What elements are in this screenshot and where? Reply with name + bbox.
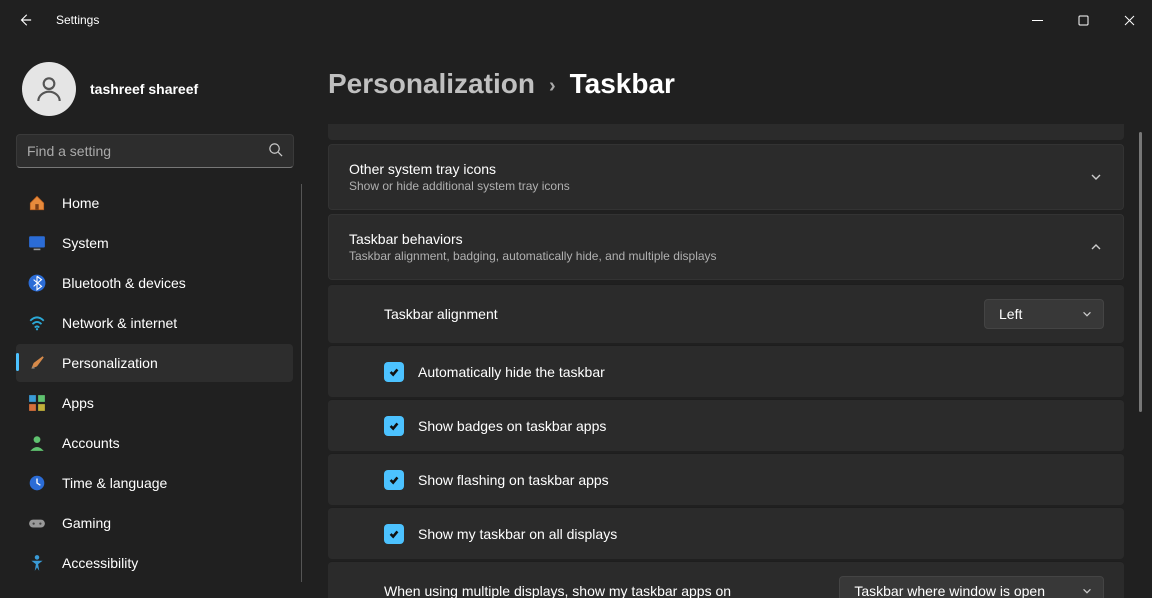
apps-icon (28, 394, 46, 412)
window-title: Settings (56, 13, 99, 27)
checkbox-all-displays[interactable] (384, 524, 404, 544)
accessibility-icon (28, 554, 46, 572)
chevron-down-icon (1081, 308, 1093, 320)
maximize-button[interactable] (1060, 4, 1106, 36)
username: tashreef shareef (90, 81, 198, 97)
nav-item-home[interactable]: Home (16, 184, 293, 222)
chevron-right-icon: › (549, 75, 556, 98)
minimize-button[interactable] (1014, 4, 1060, 36)
nav-item-personalization[interactable]: Personalization (16, 344, 293, 382)
row-badges[interactable]: Show badges on taskbar apps (328, 399, 1124, 451)
brush-icon (28, 354, 46, 372)
breadcrumb: Personalization › Taskbar (328, 68, 1142, 100)
search-box[interactable] (16, 134, 294, 168)
row-autohide[interactable]: Automatically hide the taskbar (328, 345, 1124, 397)
row-all-displays[interactable]: Show my taskbar on all displays (328, 507, 1124, 559)
alignment-dropdown[interactable]: Left (984, 299, 1104, 329)
row-taskbar-alignment: Taskbar alignment Left (328, 284, 1124, 343)
chevron-down-icon (1089, 170, 1103, 184)
panel-taskbar-behaviors[interactable]: Taskbar behaviors Taskbar alignment, bad… (329, 215, 1123, 279)
nav-item-accounts[interactable]: Accounts (16, 424, 293, 462)
panel-other-tray-icons[interactable]: Other system tray icons Show or hide add… (329, 145, 1123, 209)
back-button[interactable] (18, 13, 32, 27)
breadcrumb-parent[interactable]: Personalization (328, 68, 535, 100)
nav-item-apps[interactable]: Apps (16, 384, 293, 422)
multi-display-dropdown[interactable]: Taskbar where window is open (839, 576, 1104, 598)
nav-item-bluetooth[interactable]: Bluetooth & devices (16, 264, 293, 302)
search-input[interactable] (27, 143, 268, 159)
row-flashing[interactable]: Show flashing on taskbar apps (328, 453, 1124, 505)
window-controls (1014, 4, 1152, 36)
chevron-up-icon (1089, 240, 1103, 254)
clock-icon (28, 474, 46, 492)
nav-item-time[interactable]: Time & language (16, 464, 293, 502)
breadcrumb-current: Taskbar (570, 68, 675, 100)
user-profile[interactable]: tashreef shareef (16, 56, 302, 134)
gamepad-icon (28, 514, 46, 532)
home-icon (28, 194, 46, 212)
panel-sliver (328, 124, 1124, 140)
bluetooth-icon (28, 274, 46, 292)
person-icon (28, 434, 46, 452)
nav-item-network[interactable]: Network & internet (16, 304, 293, 342)
nav-item-accessibility[interactable]: Accessibility (16, 544, 293, 582)
row-multi-display-apps: When using multiple displays, show my ta… (328, 561, 1124, 598)
wifi-icon (28, 314, 46, 332)
alignment-label: Taskbar alignment (384, 306, 498, 322)
scrollbar[interactable] (1139, 132, 1142, 412)
close-button[interactable] (1106, 4, 1152, 36)
checkbox-badges[interactable] (384, 416, 404, 436)
checkbox-autohide[interactable] (384, 362, 404, 382)
system-icon (28, 234, 46, 252)
multi-display-label: When using multiple displays, show my ta… (384, 583, 731, 598)
checkbox-flashing[interactable] (384, 470, 404, 490)
avatar (22, 62, 76, 116)
search-icon (268, 142, 283, 160)
nav-item-system[interactable]: System (16, 224, 293, 262)
chevron-down-icon (1081, 585, 1093, 597)
nav-item-gaming[interactable]: Gaming (16, 504, 293, 542)
